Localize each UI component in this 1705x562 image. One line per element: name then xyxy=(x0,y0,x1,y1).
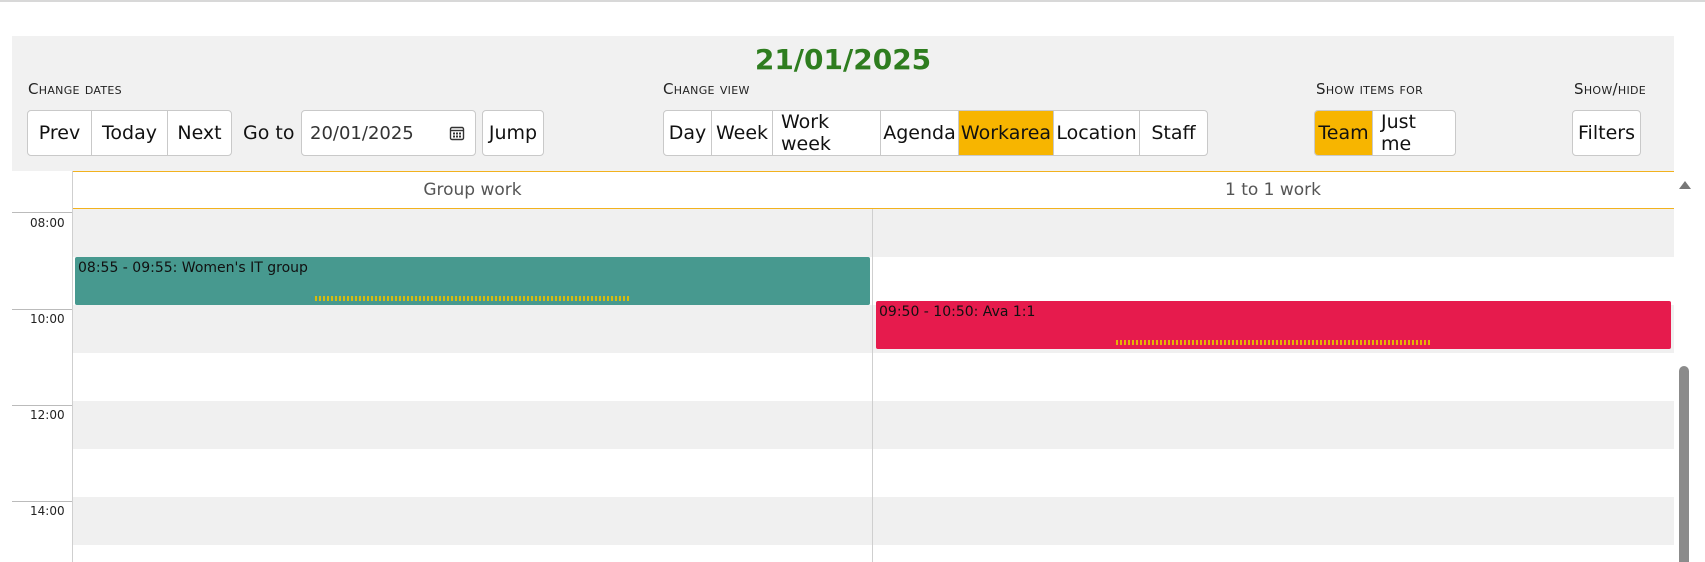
view-location-button[interactable]: Location xyxy=(1054,111,1140,155)
time-tick xyxy=(12,501,72,502)
change-dates-label: Change dates xyxy=(28,80,122,98)
vertical-scrollbar[interactable] xyxy=(1677,171,1691,562)
top-rule xyxy=(0,0,1705,2)
time-label: 14:00 xyxy=(30,504,65,518)
view-workarea-button[interactable]: Workarea xyxy=(959,111,1054,155)
scrollbar-thumb[interactable] xyxy=(1679,366,1689,562)
time-label: 08:00 xyxy=(30,216,65,230)
current-date-title: 21/01/2025 xyxy=(754,43,932,76)
next-button[interactable]: Next xyxy=(168,111,231,155)
event-label: 09:50 - 10:50: Ava 1:1 xyxy=(879,304,1036,320)
change-view-label: Change view xyxy=(663,80,750,98)
event-resize-handle[interactable] xyxy=(314,296,631,301)
time-label: 12:00 xyxy=(30,408,65,422)
calendar-grid: 08:00 10:00 12:00 14:00 Group work 1 to … xyxy=(12,171,1674,562)
view-agenda-button[interactable]: Agenda xyxy=(881,111,959,155)
prev-button[interactable]: Prev xyxy=(28,111,92,155)
just-me-button[interactable]: Just me xyxy=(1373,111,1455,155)
view-switcher: Day Week Work week Agenda Workarea Locat… xyxy=(663,110,1208,156)
time-tick xyxy=(12,212,72,213)
time-tick xyxy=(12,309,72,310)
calendar-icon[interactable] xyxy=(449,125,465,141)
team-button[interactable]: Team xyxy=(1315,111,1373,155)
event-ava-1-1[interactable]: 09:50 - 10:50: Ava 1:1 xyxy=(876,301,1671,349)
column-header-group-work: Group work xyxy=(423,180,522,200)
jump-button[interactable]: Jump xyxy=(482,110,544,156)
time-band xyxy=(73,209,1674,257)
view-day-button[interactable]: Day xyxy=(664,111,712,155)
view-work-week-button[interactable]: Work week xyxy=(773,111,881,155)
time-tick xyxy=(12,405,72,406)
today-button[interactable]: Today xyxy=(92,111,168,155)
time-label: 10:00 xyxy=(30,312,65,326)
filters-button[interactable]: Filters xyxy=(1572,110,1641,156)
goto-date-field[interactable]: 20/01/2025 xyxy=(301,110,476,156)
goto-label: Go to xyxy=(243,122,295,144)
event-resize-handle[interactable] xyxy=(1115,340,1432,345)
time-axis-line xyxy=(72,171,73,562)
show-hide-label: Show/hide xyxy=(1574,80,1647,98)
calendar-toolbar: 21/01/2025 Change dates Prev Today Next … xyxy=(12,36,1674,171)
show-items-switcher: Team Just me xyxy=(1314,110,1456,156)
event-womens-it-group[interactable]: 08:55 - 09:55: Women's IT group xyxy=(75,257,870,305)
date-nav-group: Prev Today Next xyxy=(27,110,232,156)
column-divider xyxy=(872,171,873,562)
scroll-up-arrow-icon[interactable] xyxy=(1679,181,1691,189)
time-band xyxy=(73,497,1674,545)
column-header-row: Group work 1 to 1 work xyxy=(73,171,1674,209)
goto-date-value: 20/01/2025 xyxy=(310,122,414,144)
column-header-one-to-one: 1 to 1 work xyxy=(1224,180,1322,200)
view-week-button[interactable]: Week xyxy=(712,111,773,155)
time-band xyxy=(73,401,1674,449)
view-staff-button[interactable]: Staff xyxy=(1140,111,1207,155)
show-items-label: Show items for xyxy=(1316,80,1424,98)
event-label: 08:55 - 09:55: Women's IT group xyxy=(78,260,308,276)
